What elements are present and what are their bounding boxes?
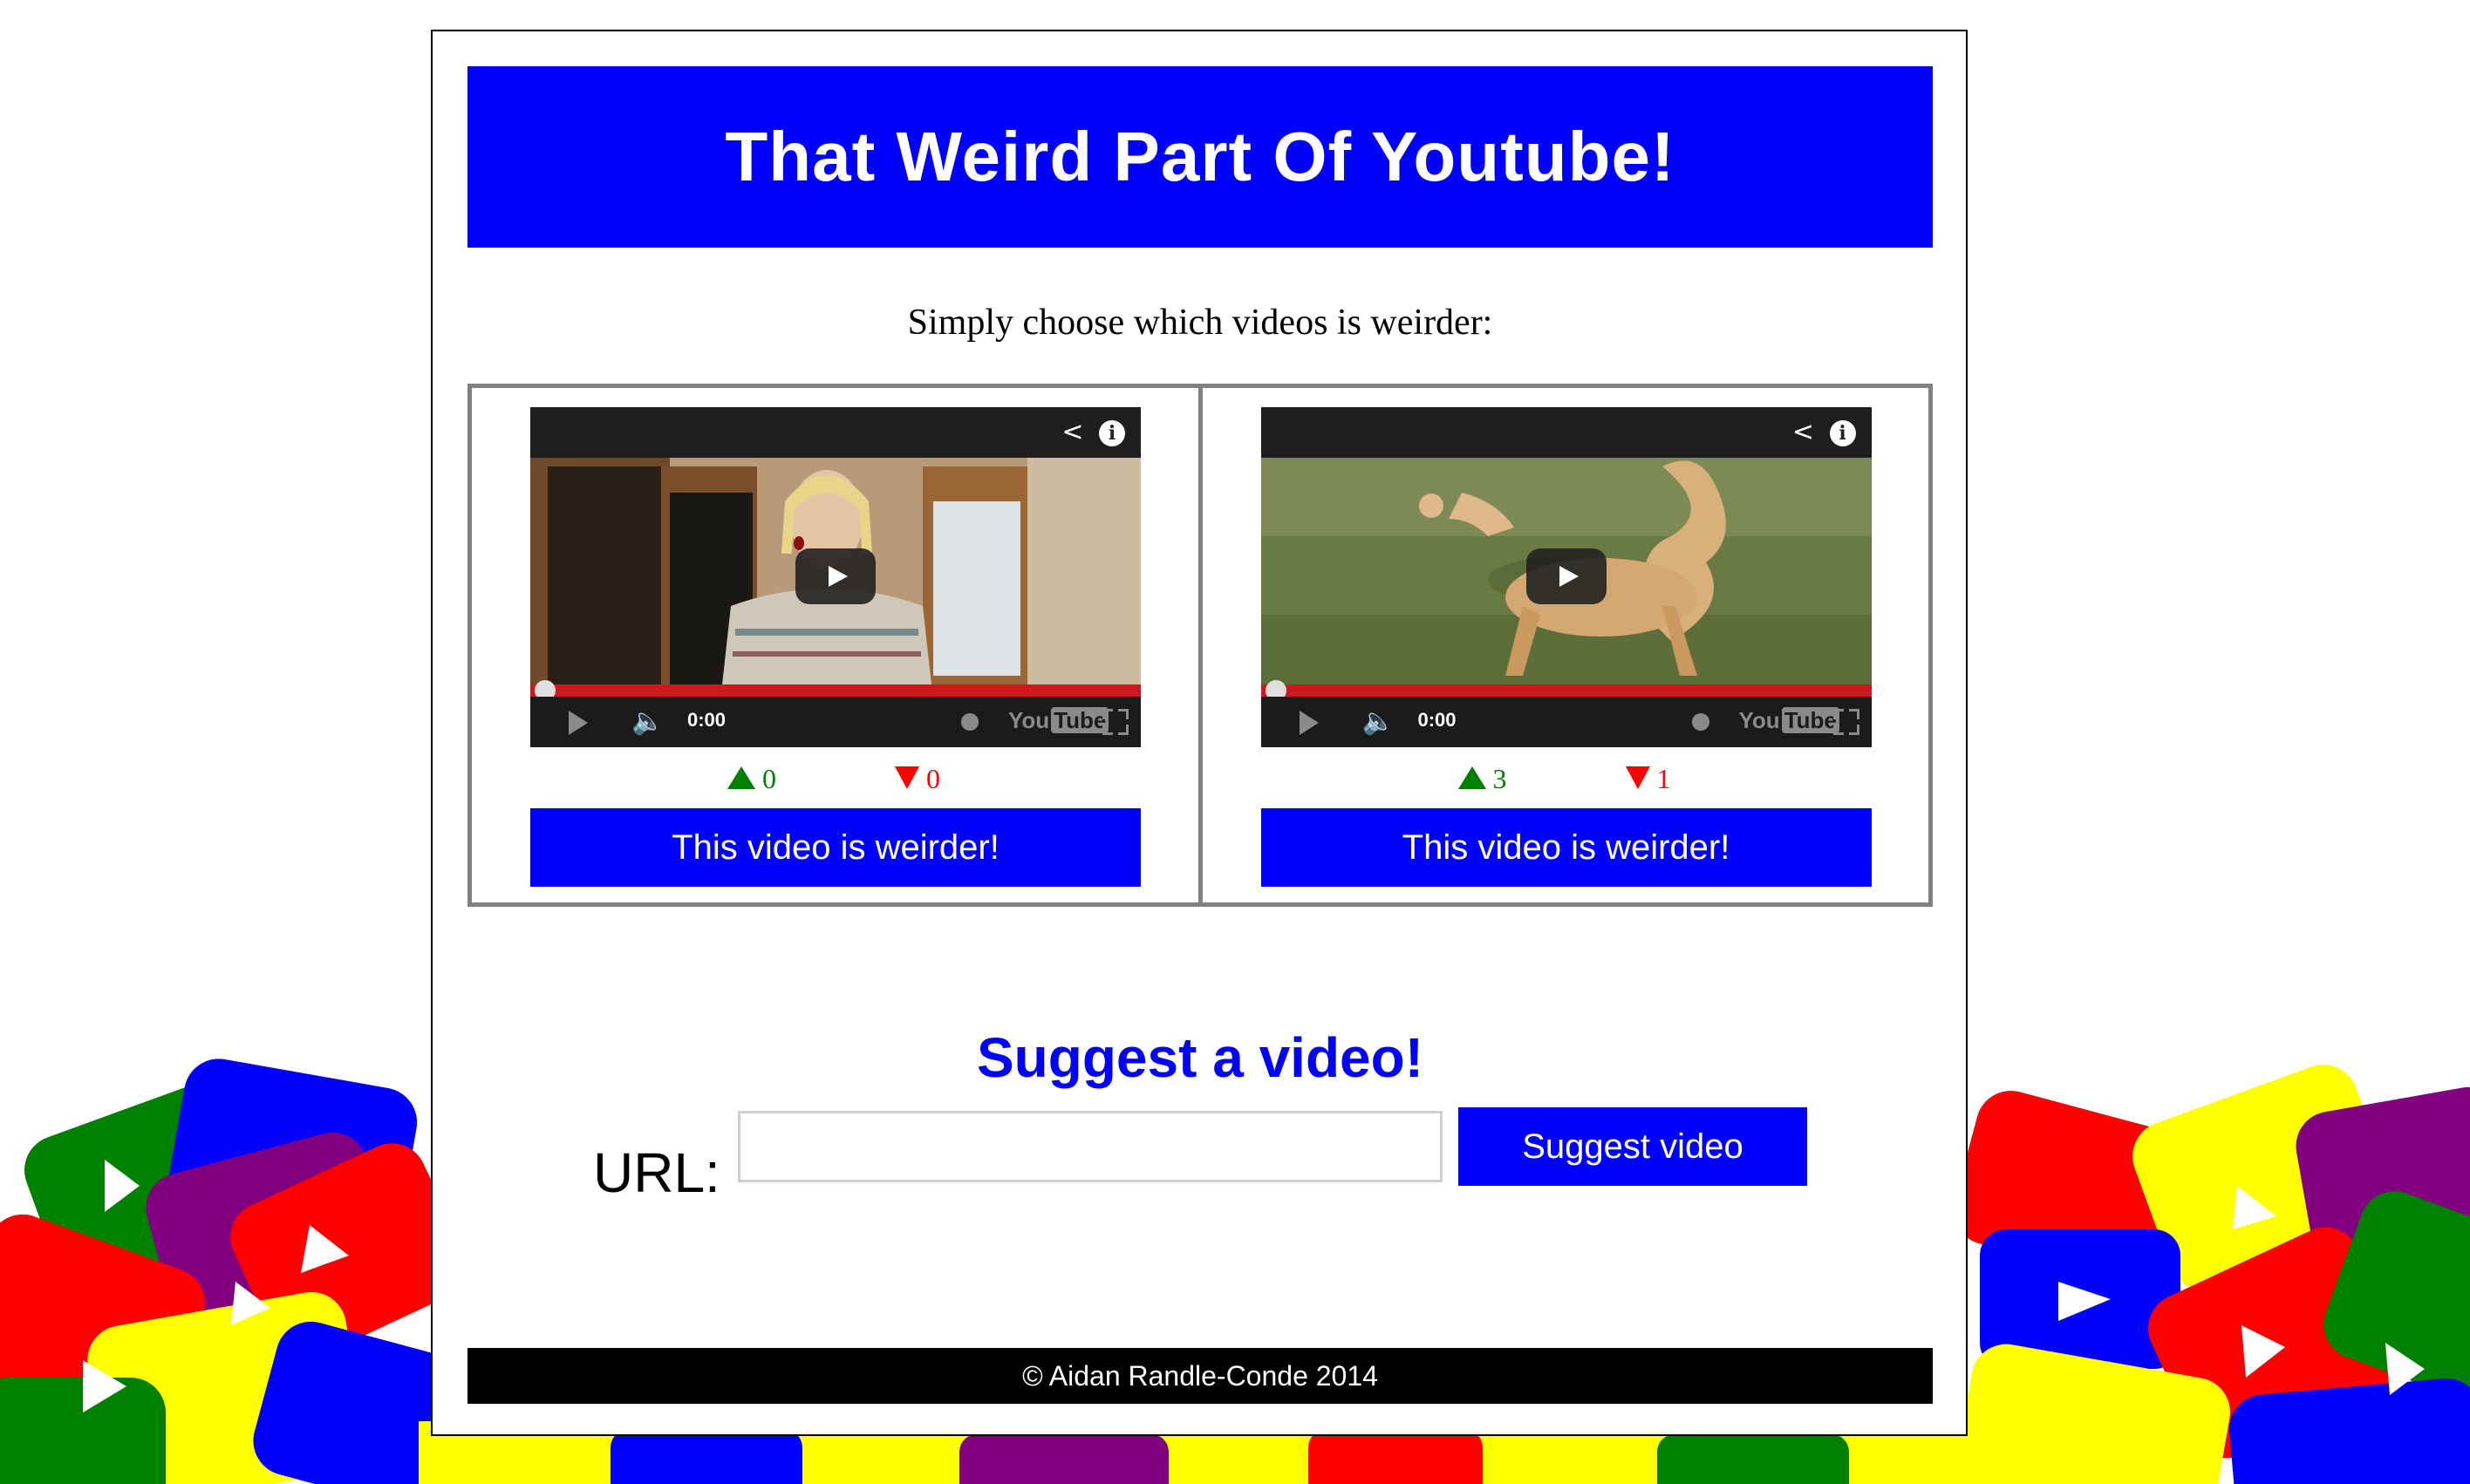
youtube-logo-you: You [1738, 707, 1780, 733]
downvote-count: 0 [895, 763, 940, 795]
youtube-logo-you: You [1008, 707, 1050, 733]
downvote-icon [895, 766, 919, 789]
youtube-logo-tube: Tube [1051, 707, 1109, 733]
player-controls: 🔈 0:00 You Tube [1260, 697, 1872, 747]
player-topbar: < i [1260, 407, 1872, 458]
play-icon[interactable] [569, 711, 588, 735]
video-panel-left: < i 🔈 0:00 You Tube 0 0 This video is we… [472, 388, 1203, 902]
footer-copyright: © Aidan Randle-Conde 2014 [467, 1348, 1933, 1404]
clock-icon[interactable] [961, 713, 979, 731]
fullscreen-icon[interactable] [1102, 709, 1129, 735]
volume-icon[interactable]: 🔈 [631, 707, 664, 737]
video-comparison: < i 🔈 0:00 You Tube 0 0 This video is we… [467, 384, 1933, 907]
player-topbar: < i [530, 407, 1141, 458]
clock-icon[interactable] [1691, 713, 1709, 731]
upvote-icon [727, 766, 755, 789]
instructions-text: Simply choose which videos is weirder: [907, 303, 1493, 343]
upvote-value: 0 [762, 763, 776, 794]
youtube-logo-icon[interactable]: You Tube [1008, 707, 1109, 734]
time-display: 0:00 [687, 709, 727, 731]
volume-icon[interactable]: 🔈 [1362, 707, 1395, 737]
play-icon[interactable] [1525, 548, 1607, 604]
youtube-logo-icon[interactable]: You Tube [1739, 707, 1839, 734]
downvote-icon [1625, 766, 1650, 789]
share-icon[interactable]: < [1790, 419, 1818, 446]
youtube-logo-tube: Tube [1781, 707, 1839, 733]
progress-bar[interactable] [1260, 684, 1872, 697]
vote-counts: 0 0 [530, 763, 1141, 798]
suggest-video-button[interactable]: Suggest video [1458, 1107, 1807, 1186]
video-panel-right: < i 🔈 0:00 You Tube 3 1 This video is we… [1203, 388, 1929, 902]
downvote-value: 0 [926, 763, 940, 794]
downvote-count: 1 [1625, 763, 1671, 795]
url-input[interactable] [738, 1111, 1443, 1182]
play-icon[interactable] [1299, 711, 1319, 735]
downvote-value: 1 [1656, 763, 1671, 794]
upvote-icon [1457, 766, 1486, 789]
time-display: 0:00 [1417, 709, 1457, 731]
video-player-right[interactable]: < i 🔈 0:00 You Tube [1260, 407, 1872, 747]
video-player-left[interactable]: < i 🔈 0:00 You Tube [530, 407, 1141, 747]
info-icon[interactable]: i [1829, 420, 1856, 446]
page-title: That Weird Part Of Youtube! [467, 66, 1933, 248]
fullscreen-icon[interactable] [1832, 709, 1859, 735]
main-container: That Weird Part Of Youtube! Simply choos… [431, 30, 1968, 1436]
url-label: URL: [593, 1141, 720, 1204]
vote-counts: 3 1 [1261, 763, 1872, 798]
upvote-count: 3 [1457, 763, 1507, 795]
vote-weirder-button-right[interactable]: This video is weirder! [1260, 808, 1872, 887]
vote-weirder-button-left[interactable]: This video is weirder! [530, 808, 1141, 887]
info-icon[interactable]: i [1099, 420, 1125, 446]
suggest-video-heading: Suggest a video! [976, 1026, 1424, 1089]
play-icon[interactable] [795, 548, 876, 604]
player-controls: 🔈 0:00 You Tube [530, 697, 1141, 747]
share-icon[interactable]: < [1059, 419, 1087, 446]
upvote-value: 3 [1492, 763, 1507, 794]
progress-bar[interactable] [530, 684, 1141, 697]
upvote-count: 0 [727, 763, 776, 795]
